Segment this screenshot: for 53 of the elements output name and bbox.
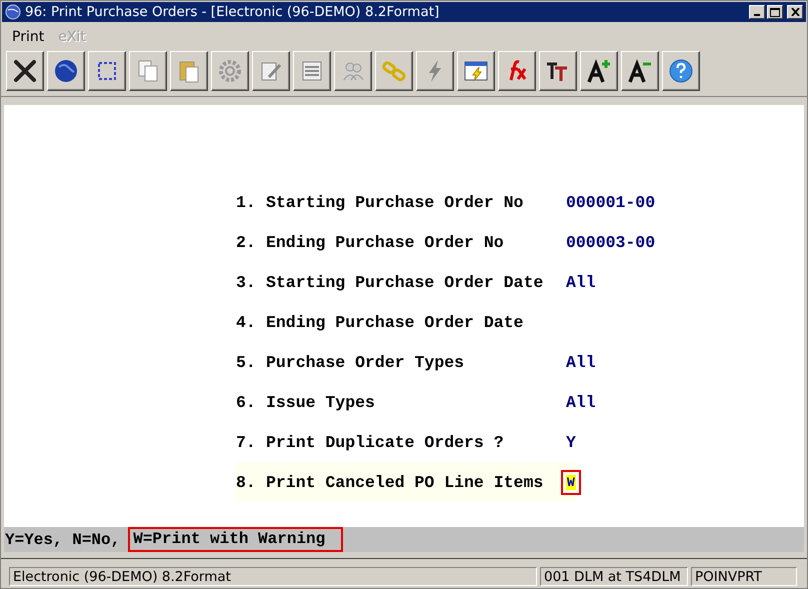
maximize-icon bbox=[770, 8, 780, 16]
window-title: 96: Print Purchase Orders - [Electronic (96-DEMO) 8.2Format] bbox=[25, 4, 440, 20]
field-number: 7. bbox=[236, 432, 257, 452]
field-label: Print Canceled PO Line Items bbox=[266, 472, 544, 492]
toolbar-button[interactable] bbox=[6, 51, 44, 91]
field-number: 8. bbox=[236, 472, 257, 492]
field-number: 6. bbox=[236, 392, 257, 412]
close-button[interactable] bbox=[787, 5, 803, 19]
field-label: Starting Purchase Order Date bbox=[266, 272, 544, 292]
menu-item[interactable]: Print bbox=[5, 29, 52, 45]
field-value: 000001-00 bbox=[566, 192, 656, 212]
status-pane: Electronic (96-DEMO) 8.2Format bbox=[9, 567, 537, 586]
field-label: Purchase Order Types bbox=[266, 352, 466, 372]
input-field[interactable]: W bbox=[566, 474, 576, 490]
status-pane: 001 DLM at TS4DLM bbox=[540, 567, 688, 586]
minimize-button[interactable] bbox=[749, 5, 765, 19]
toolbar-button[interactable] bbox=[170, 51, 208, 91]
field-number: 3. bbox=[236, 272, 257, 292]
toolbar-button[interactable] bbox=[416, 51, 454, 91]
toolbar-button[interactable] bbox=[129, 51, 167, 91]
status-pane: POINVPRT bbox=[691, 567, 797, 586]
hint-text: W=Print with Warning bbox=[128, 527, 344, 552]
hint-text: Y=Yes, N=No, bbox=[5, 530, 120, 548]
toolbar-button[interactable] bbox=[47, 51, 85, 91]
field-value: All bbox=[566, 352, 596, 372]
field-label: Starting Purchase Order No bbox=[266, 192, 524, 212]
toolbar-button[interactable] bbox=[621, 51, 659, 91]
toolbar-button[interactable] bbox=[88, 51, 126, 91]
field-number: 1. bbox=[236, 192, 257, 212]
field-value: All bbox=[566, 392, 596, 412]
toolbar-button[interactable] bbox=[293, 51, 331, 91]
field-label: Ending Purchase Order No bbox=[266, 232, 505, 252]
field-number: 4. bbox=[236, 312, 257, 332]
toolbar-button[interactable] bbox=[211, 51, 249, 91]
field-label: Print Duplicate Orders ? bbox=[266, 432, 505, 452]
globe-icon bbox=[5, 4, 21, 20]
toolbar-button[interactable] bbox=[580, 51, 618, 91]
field-number: 2. bbox=[236, 232, 257, 252]
toolbar-button[interactable] bbox=[334, 51, 372, 91]
maximize-button[interactable] bbox=[767, 5, 783, 19]
close-icon bbox=[790, 8, 800, 16]
field-label: Ending Purchase Order Date bbox=[266, 312, 524, 332]
toolbar-button[interactable] bbox=[662, 51, 700, 91]
toolbar-button[interactable] bbox=[252, 51, 290, 91]
field-number: 5. bbox=[236, 352, 257, 372]
toolbar-button[interactable] bbox=[375, 51, 413, 91]
field-value: Y bbox=[566, 432, 576, 452]
field-label: Issue Types bbox=[266, 392, 376, 412]
toolbar-button[interactable] bbox=[539, 51, 577, 91]
field-value: 000003-00 bbox=[566, 232, 656, 252]
toolbar-button[interactable] bbox=[457, 51, 495, 91]
toolbar-button[interactable] bbox=[498, 51, 536, 91]
field-value: All bbox=[566, 272, 596, 292]
